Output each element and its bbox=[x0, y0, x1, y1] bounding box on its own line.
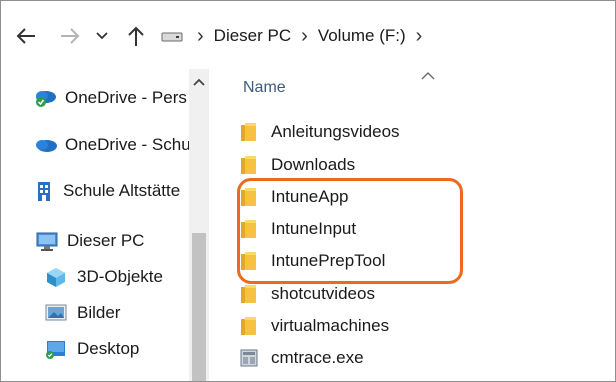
sort-ascending-icon bbox=[421, 67, 435, 85]
3d-objects-icon bbox=[45, 266, 69, 288]
desktop-icon bbox=[45, 338, 69, 360]
scroll-up-button[interactable] bbox=[189, 69, 209, 95]
arrow-right-icon bbox=[61, 28, 80, 44]
sidebar-item-label: 3D-Objekte bbox=[77, 267, 163, 286]
exe-file-icon bbox=[239, 348, 259, 368]
navigation-pane: OneDrive - Pers OneDrive - Schu Schule A… bbox=[1, 69, 211, 381]
arrow-up-icon bbox=[128, 26, 144, 46]
sidebar-item-bilder[interactable]: Bilder bbox=[45, 298, 120, 328]
back-button[interactable] bbox=[13, 23, 39, 49]
folder-icon bbox=[239, 122, 259, 142]
sidebar-item-label: Dieser PC bbox=[67, 231, 145, 250]
address-bar[interactable]: › Dieser PC › Volume (F:) › bbox=[153, 15, 443, 57]
folder-icon bbox=[239, 316, 259, 336]
drive-icon bbox=[161, 30, 183, 42]
chevron-up-icon bbox=[193, 78, 205, 86]
sidebar-item-onedrive-personal[interactable]: OneDrive - Pers bbox=[33, 83, 187, 113]
list-item[interactable]: cmtrace.exe bbox=[239, 343, 364, 373]
up-button[interactable] bbox=[123, 23, 149, 49]
list-item[interactable]: virtualmachines bbox=[239, 311, 389, 341]
folder-icon bbox=[239, 155, 259, 175]
list-item-label: shotcutvideos bbox=[271, 284, 375, 303]
scrollbar-thumb[interactable] bbox=[192, 233, 206, 381]
sidebar-item-label: Bilder bbox=[77, 303, 121, 322]
chevron-down-icon bbox=[96, 32, 108, 40]
sidebar-item-label: OneDrive - Schu bbox=[65, 135, 191, 154]
arrow-left-icon bbox=[16, 28, 35, 44]
list-item-label: virtualmachines bbox=[271, 316, 390, 335]
sidebar-item-3d-objekte[interactable]: 3D-Objekte bbox=[45, 262, 163, 292]
chevron-right-icon[interactable]: › bbox=[416, 26, 423, 46]
explorer-window: › Dieser PC › Volume (F:) › OneDrive - P… bbox=[0, 0, 616, 382]
onedrive-icon bbox=[33, 134, 57, 156]
building-icon bbox=[35, 180, 55, 202]
sidebar-item-label: OneDrive - Pers bbox=[65, 88, 187, 107]
list-item-label: Downloads bbox=[271, 155, 356, 174]
chevron-right-icon[interactable]: › bbox=[197, 26, 204, 46]
list-item-label: Anleitungsvideos bbox=[271, 122, 400, 141]
recent-locations-button[interactable] bbox=[93, 23, 111, 49]
sidebar-item-desktop[interactable]: Desktop bbox=[45, 334, 139, 364]
sidebar-item-onedrive-school[interactable]: OneDrive - Schu bbox=[33, 130, 191, 160]
pictures-icon bbox=[45, 302, 69, 324]
onedrive-synced-icon bbox=[33, 87, 57, 109]
sidebar-item-label: Desktop bbox=[77, 339, 140, 358]
list-item[interactable]: Anleitungsvideos bbox=[239, 117, 400, 147]
sidebar-item-dieser-pc[interactable]: Dieser PC bbox=[35, 226, 144, 256]
chevron-right-icon[interactable]: › bbox=[301, 26, 308, 46]
sidebar-item-schule[interactable]: Schule Altstätte bbox=[35, 176, 180, 206]
computer-icon bbox=[35, 230, 59, 252]
sidebar-item-label: Schule Altstätte bbox=[63, 181, 181, 200]
toolbar: › Dieser PC › Volume (F:) › bbox=[1, 1, 615, 69]
breadcrumb-volume-f[interactable]: Volume (F:) bbox=[318, 26, 406, 46]
column-header-name[interactable]: Name bbox=[243, 79, 286, 97]
highlight-annotation bbox=[237, 178, 463, 284]
forward-button[interactable] bbox=[57, 23, 83, 49]
list-item[interactable]: Downloads bbox=[239, 150, 355, 180]
breadcrumb-dieser-pc[interactable]: Dieser PC bbox=[214, 26, 291, 46]
list-item-label: cmtrace.exe bbox=[271, 348, 364, 367]
folder-icon bbox=[239, 284, 259, 304]
